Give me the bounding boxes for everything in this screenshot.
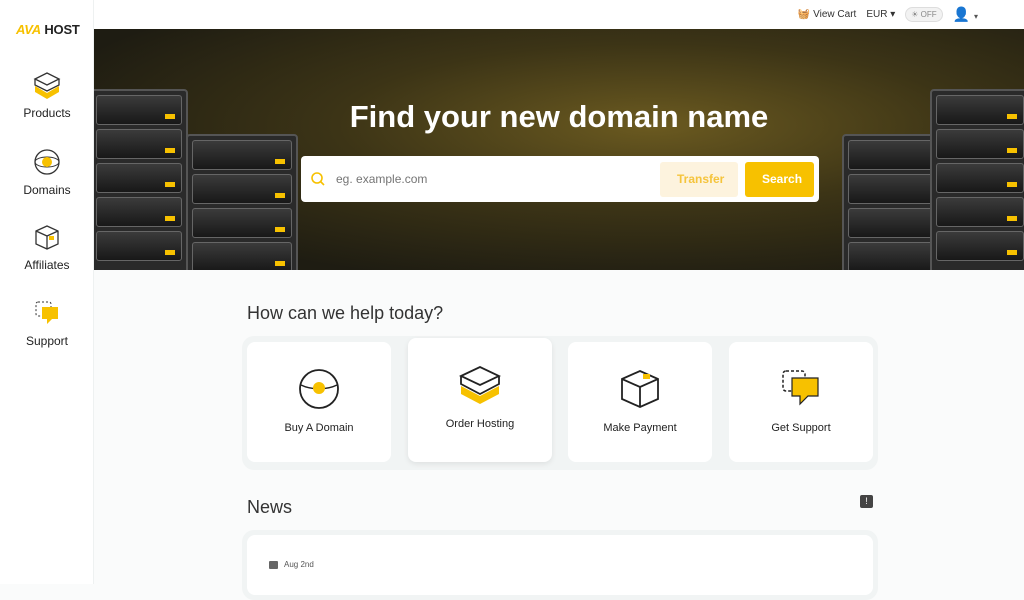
help-heading: How can we help today? — [247, 303, 444, 323]
server-rack-image — [186, 134, 298, 270]
package-icon — [35, 225, 59, 250]
theme-toggle[interactable]: ☀ OFF — [905, 7, 943, 22]
news-heading: News — [247, 497, 293, 517]
box-icon — [459, 366, 501, 404]
sidebar-item-products[interactable]: Products — [0, 70, 94, 120]
box-icon — [33, 72, 61, 99]
user-menu[interactable]: 👤 ▾ — [953, 6, 978, 23]
chat-icon — [35, 301, 58, 324]
sidebar-item-support[interactable]: Support — [0, 298, 94, 348]
globe-icon — [299, 369, 339, 409]
buy-domain-card[interactable]: Buy A Domain — [247, 342, 391, 462]
view-cart-link[interactable]: 🧺 View Cart — [798, 9, 856, 20]
domain-search-input[interactable] — [328, 172, 660, 186]
help-cards: Buy A Domain Order Hosting Make Payment … — [242, 336, 878, 470]
sidebar: AVA HOST Products Domains Affiliates Sup… — [0, 0, 94, 584]
topbar: 🧺 View Cart EUR ▾ ☀ OFF 👤 ▾ — [94, 0, 1024, 29]
get-support-card[interactable]: Get Support — [729, 342, 873, 462]
chat-icon — [782, 370, 819, 406]
search-icon — [311, 172, 325, 186]
order-hosting-card[interactable]: Order Hosting — [408, 338, 552, 462]
globe-icon — [34, 149, 60, 175]
rss-feed-icon[interactable]: ! — [860, 495, 873, 508]
calendar-icon — [269, 561, 278, 569]
logo[interactable]: AVA HOST — [16, 22, 80, 37]
package-icon — [621, 370, 659, 408]
transfer-button[interactable]: Transfer — [660, 161, 738, 197]
make-payment-card[interactable]: Make Payment — [568, 342, 712, 462]
sidebar-item-domains[interactable]: Domains — [0, 147, 94, 197]
sidebar-item-affiliates[interactable]: Affiliates — [0, 222, 94, 272]
domain-search-bar: Transfer Search — [301, 156, 819, 202]
currency-select[interactable]: EUR ▾ — [866, 9, 895, 20]
news-list: Aug 2nd — [242, 530, 878, 600]
hero-title: Find your new domain name — [349, 99, 769, 134]
news-item[interactable]: Aug 2nd — [247, 535, 873, 595]
hero-banner: Find your new domain name Transfer Searc… — [94, 29, 1024, 270]
search-button[interactable]: Search — [745, 161, 814, 197]
